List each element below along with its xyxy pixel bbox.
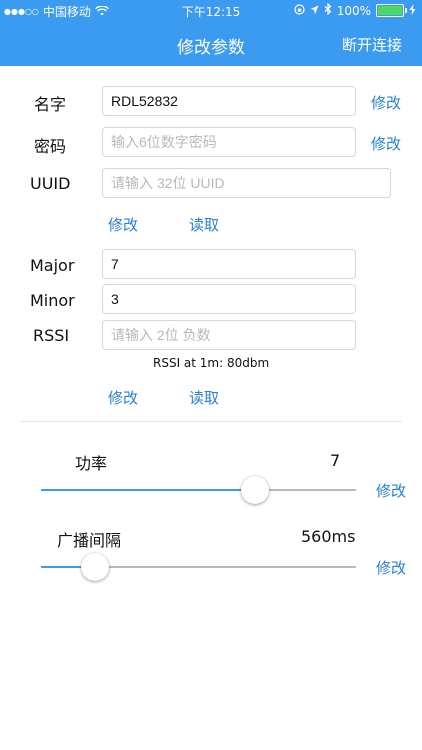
- power-slider[interactable]: [41, 476, 356, 504]
- power-slider-fill: [41, 489, 256, 491]
- minor-input[interactable]: 3: [102, 284, 356, 314]
- uuid-label: UUID: [30, 174, 71, 193]
- power-label: 功率: [75, 454, 108, 473]
- rssi-input[interactable]: 请输入 2位 负数: [102, 320, 356, 350]
- password-input[interactable]: 输入6位数字密码: [102, 127, 356, 157]
- interval-modify-button[interactable]: 修改: [376, 557, 406, 578]
- rotation-lock-icon: [294, 3, 305, 18]
- rssi-note: RSSI at 1m: 80dbm: [153, 356, 270, 370]
- power-modify-button[interactable]: 修改: [376, 480, 406, 501]
- location-icon: [310, 4, 319, 18]
- password-modify-button[interactable]: 修改: [371, 133, 401, 154]
- battery-icon: [376, 4, 407, 17]
- interval-value: 560ms: [301, 527, 356, 546]
- navigation-bar: 修改参数 断开连接: [0, 22, 422, 66]
- uuid-input[interactable]: 请输入 32位 UUID: [102, 168, 391, 198]
- rssi-modify-button[interactable]: 修改: [108, 387, 138, 408]
- section-divider: [20, 421, 402, 422]
- rssi-read-button[interactable]: 读取: [189, 387, 219, 408]
- battery-percent: 100%: [336, 3, 371, 18]
- charging-icon: [409, 3, 416, 18]
- minor-label: Minor: [30, 291, 75, 310]
- name-input[interactable]: RDL52832: [102, 86, 356, 116]
- power-value: 7: [330, 451, 341, 470]
- password-label: 密码: [34, 137, 67, 156]
- rssi-label: RSSI: [33, 326, 70, 345]
- interval-slider-thumb[interactable]: [80, 553, 109, 581]
- major-input[interactable]: 7: [102, 249, 356, 279]
- uuid-read-button[interactable]: 读取: [189, 214, 219, 235]
- name-label: 名字: [34, 95, 67, 114]
- interval-label: 广播间隔: [57, 531, 122, 550]
- power-slider-thumb[interactable]: [241, 476, 270, 504]
- major-label: Major: [30, 256, 75, 275]
- bluetooth-icon: [324, 2, 332, 18]
- status-right: 100%: [294, 2, 416, 18]
- status-bar: ●●●○○ 中国移动 下午12:15 100%: [0, 0, 422, 22]
- uuid-modify-button[interactable]: 修改: [108, 214, 138, 235]
- disconnect-button[interactable]: 断开连接: [342, 34, 402, 55]
- name-modify-button[interactable]: 修改: [371, 92, 401, 113]
- interval-slider[interactable]: [41, 553, 356, 581]
